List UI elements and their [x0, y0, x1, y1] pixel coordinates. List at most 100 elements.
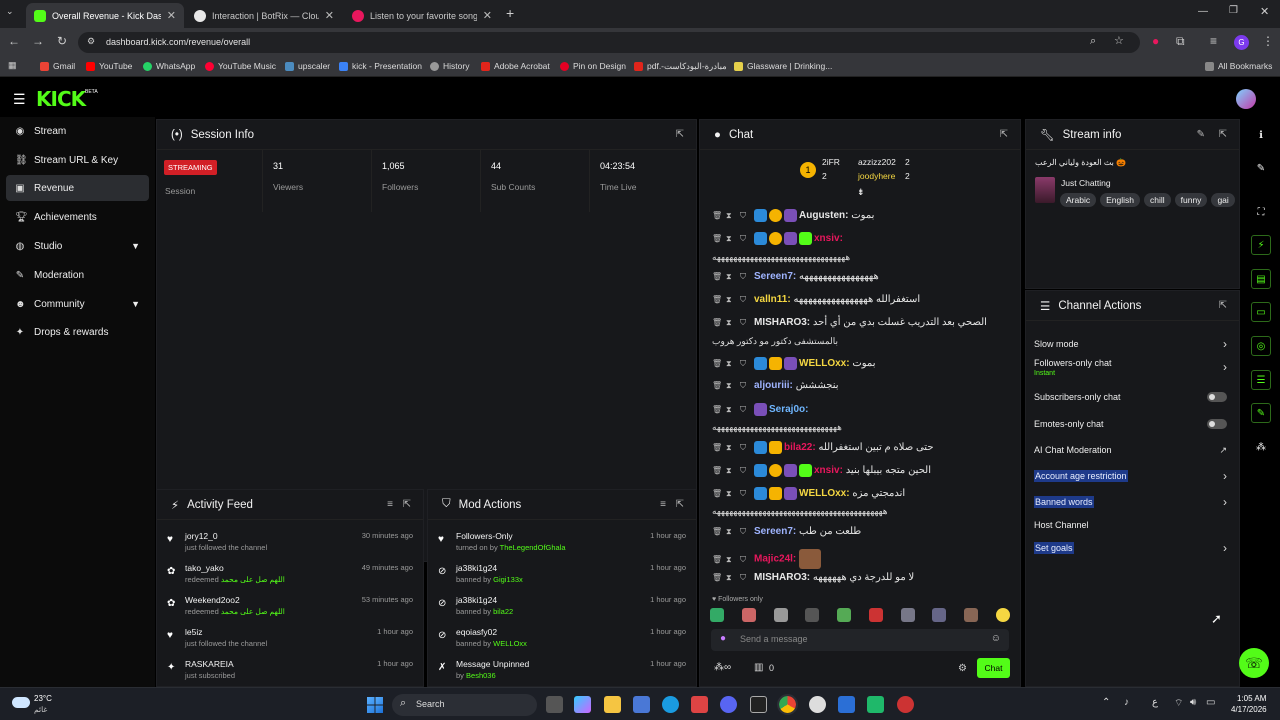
all-bookmarks[interactable]: All Bookmarks — [1205, 61, 1272, 71]
slow-mode-row[interactable]: Slow mode › — [1034, 334, 1227, 354]
popout-icon[interactable]: ⇱ — [1219, 129, 1227, 140]
apps-grid-icon[interactable]: ▦ — [8, 60, 17, 71]
sidebar-item-studio[interactable]: ◍ Studio ▼ — [6, 233, 149, 259]
site-info-icon[interactable]: ⚙ — [87, 36, 95, 47]
close-icon[interactable]: ✕ — [483, 9, 492, 22]
sidebar-item-stream[interactable]: ◉ Stream — [6, 118, 149, 144]
bookmark-pinterest[interactable]: Pin on Design — [560, 61, 626, 71]
emote-icon[interactable] — [773, 608, 788, 622]
media-icon[interactable]: ≡ — [1210, 34, 1217, 48]
chat-icon[interactable]: ▭ — [1251, 302, 1271, 322]
sidebar-item-revenue[interactable]: ▣ Revenue — [6, 175, 149, 201]
tab-botrix[interactable]: Interaction | BotRix — Cloud St ✕ — [186, 3, 342, 28]
emote-icon[interactable] — [868, 608, 883, 622]
close-icon[interactable]: ✕ — [167, 9, 176, 22]
edge-icon[interactable] — [662, 696, 679, 713]
fullscreen-icon[interactable]: ⛶ — [1251, 202, 1271, 222]
minimize-icon[interactable]: — — [1198, 6, 1208, 17]
wrench-icon[interactable]: ✎ — [1251, 403, 1271, 423]
window-close-icon[interactable]: ✕ — [1260, 5, 1269, 18]
points-icon[interactable]: ⁂∞ — [714, 662, 731, 673]
edit-pencil-icon[interactable]: ✎ — [1197, 129, 1205, 140]
weather-cloud-icon[interactable] — [12, 697, 30, 708]
clock-time[interactable]: 1:05 AM — [1237, 694, 1266, 703]
filter-icon[interactable]: ≡ — [660, 499, 666, 510]
file-explorer-icon[interactable] — [604, 696, 621, 713]
emote-icon[interactable] — [805, 608, 820, 622]
subscribers-only-row[interactable]: Subscribers-only chat — [1034, 387, 1227, 407]
sidebar-item-moderation[interactable]: ✎ Moderation — [6, 262, 149, 288]
zoom-icon[interactable]: ⌕ — [1090, 35, 1096, 48]
emote-icon[interactable] — [900, 608, 915, 622]
emote-icon[interactable] — [741, 608, 756, 622]
store-icon[interactable] — [633, 696, 650, 713]
ai-moderation-row[interactable]: AI Chat Moderation ↗ — [1034, 440, 1227, 460]
extension-icon[interactable]: ● — [1152, 34, 1159, 48]
emote-icon[interactable] — [964, 608, 979, 622]
obs-icon[interactable] — [809, 696, 826, 713]
bookmark-glassware[interactable]: Glassware | Drinking... — [734, 61, 832, 71]
forward-icon[interactable]: → — [32, 34, 44, 48]
account-age-row[interactable]: Account age restriction › — [1034, 466, 1227, 486]
tray-chevron-icon[interactable]: ⌃ — [1102, 697, 1110, 708]
url-input[interactable]: ⚙ dashboard.kick.com/revenue/overall ⌕ ☆ — [78, 32, 1140, 53]
snip-icon[interactable] — [691, 696, 708, 713]
bookmark-adobe[interactable]: Adobe Acrobat — [481, 61, 550, 71]
sidebar-item-stream-url[interactable]: ⛓ Stream URL & Key — [6, 147, 149, 173]
new-tab-icon[interactable]: + — [506, 5, 514, 21]
reload-icon[interactable]: ↻ — [57, 34, 67, 48]
popout-icon[interactable]: ⇱ — [676, 499, 684, 510]
chat-input[interactable]: ● Send a message ☺ — [711, 629, 1009, 651]
menu-dots-icon[interactable]: ⋮ — [1262, 34, 1274, 48]
task-view-icon[interactable] — [546, 696, 563, 713]
kick-logo[interactable]: KICK — [36, 87, 86, 111]
edit-icon[interactable]: ✎ — [1251, 158, 1271, 178]
back-icon[interactable]: ← — [8, 34, 20, 48]
list-icon[interactable]: ☰ — [1251, 370, 1271, 390]
discord-icon[interactable] — [720, 696, 737, 713]
broadcast-icon[interactable]: ◎ — [1251, 336, 1271, 356]
filter-icon[interactable]: ≡ — [387, 499, 393, 510]
close-icon[interactable]: ✕ — [325, 9, 334, 22]
language-indicator[interactable]: ع — [1152, 697, 1158, 708]
word-icon[interactable] — [838, 696, 855, 713]
hamburger-menu-icon[interactable]: ☰ — [13, 91, 26, 108]
wifi-icon[interactable]: ⌔ — [1174, 697, 1183, 710]
bookmark-upscaler[interactable]: upscaler — [285, 61, 330, 71]
collapse-icon[interactable]: ⇟ — [857, 187, 865, 198]
bookmark-history[interactable]: History — [430, 61, 469, 71]
document-icon[interactable]: ▤ — [1251, 269, 1271, 289]
gift-icon[interactable]: ▥ — [754, 662, 763, 673]
taskbar-search[interactable]: ⌕ Search — [392, 694, 537, 716]
bookmark-kick-presentation[interactable]: kick - Presentation — [339, 61, 422, 71]
tab-music[interactable]: Listen to your favorite songs an ✕ — [344, 3, 500, 28]
user-avatar[interactable] — [1236, 89, 1256, 109]
app-icon[interactable] — [867, 696, 884, 713]
send-chat-button[interactable]: Chat — [977, 658, 1010, 678]
profile-avatar[interactable]: G — [1234, 35, 1249, 50]
bookmark-youtube[interactable]: YouTube — [86, 61, 132, 71]
emote-icon[interactable] — [995, 608, 1010, 622]
restore-icon[interactable]: ❐ — [1229, 5, 1238, 16]
sidebar-item-achievements[interactable]: 🏆︎ Achievements — [6, 204, 149, 230]
subscribers-only-toggle[interactable] — [1207, 392, 1227, 402]
emoji-icon[interactable]: ☺ — [991, 633, 1001, 644]
bookmark-star-icon[interactable]: ☆ — [1114, 34, 1124, 47]
info-icon[interactable]: ℹ — [1251, 125, 1271, 145]
bookmark-pdf[interactable]: pdf.-مبادرة-البودكاست — [634, 61, 727, 72]
settings-gear-icon[interactable]: ⚙ — [958, 663, 967, 674]
tab-search-icon[interactable]: ⌄ — [6, 6, 14, 17]
set-goals-row[interactable]: Set goals › — [1034, 538, 1227, 558]
sidebar-item-drops[interactable]: ✦ Drops & rewards — [6, 319, 149, 345]
banned-words-row[interactable]: Banned words › — [1034, 492, 1227, 512]
copilot-icon[interactable] — [574, 696, 591, 713]
tab-kick-dashboard[interactable]: Overall Revenue - Kick Dashboard ✕ — [26, 3, 184, 28]
emotes-only-row[interactable]: Emotes-only chat — [1034, 414, 1227, 434]
epic-icon[interactable] — [750, 696, 767, 713]
windows-start-icon-right[interactable] — [375, 697, 383, 713]
bookmark-youtube-music[interactable]: YouTube Music — [205, 61, 276, 71]
battery-icon[interactable]: ▭ — [1206, 697, 1215, 708]
emote-icon[interactable] — [932, 608, 947, 622]
mic-icon[interactable]: ● — [720, 633, 726, 644]
app-icon-2[interactable] — [897, 696, 914, 713]
